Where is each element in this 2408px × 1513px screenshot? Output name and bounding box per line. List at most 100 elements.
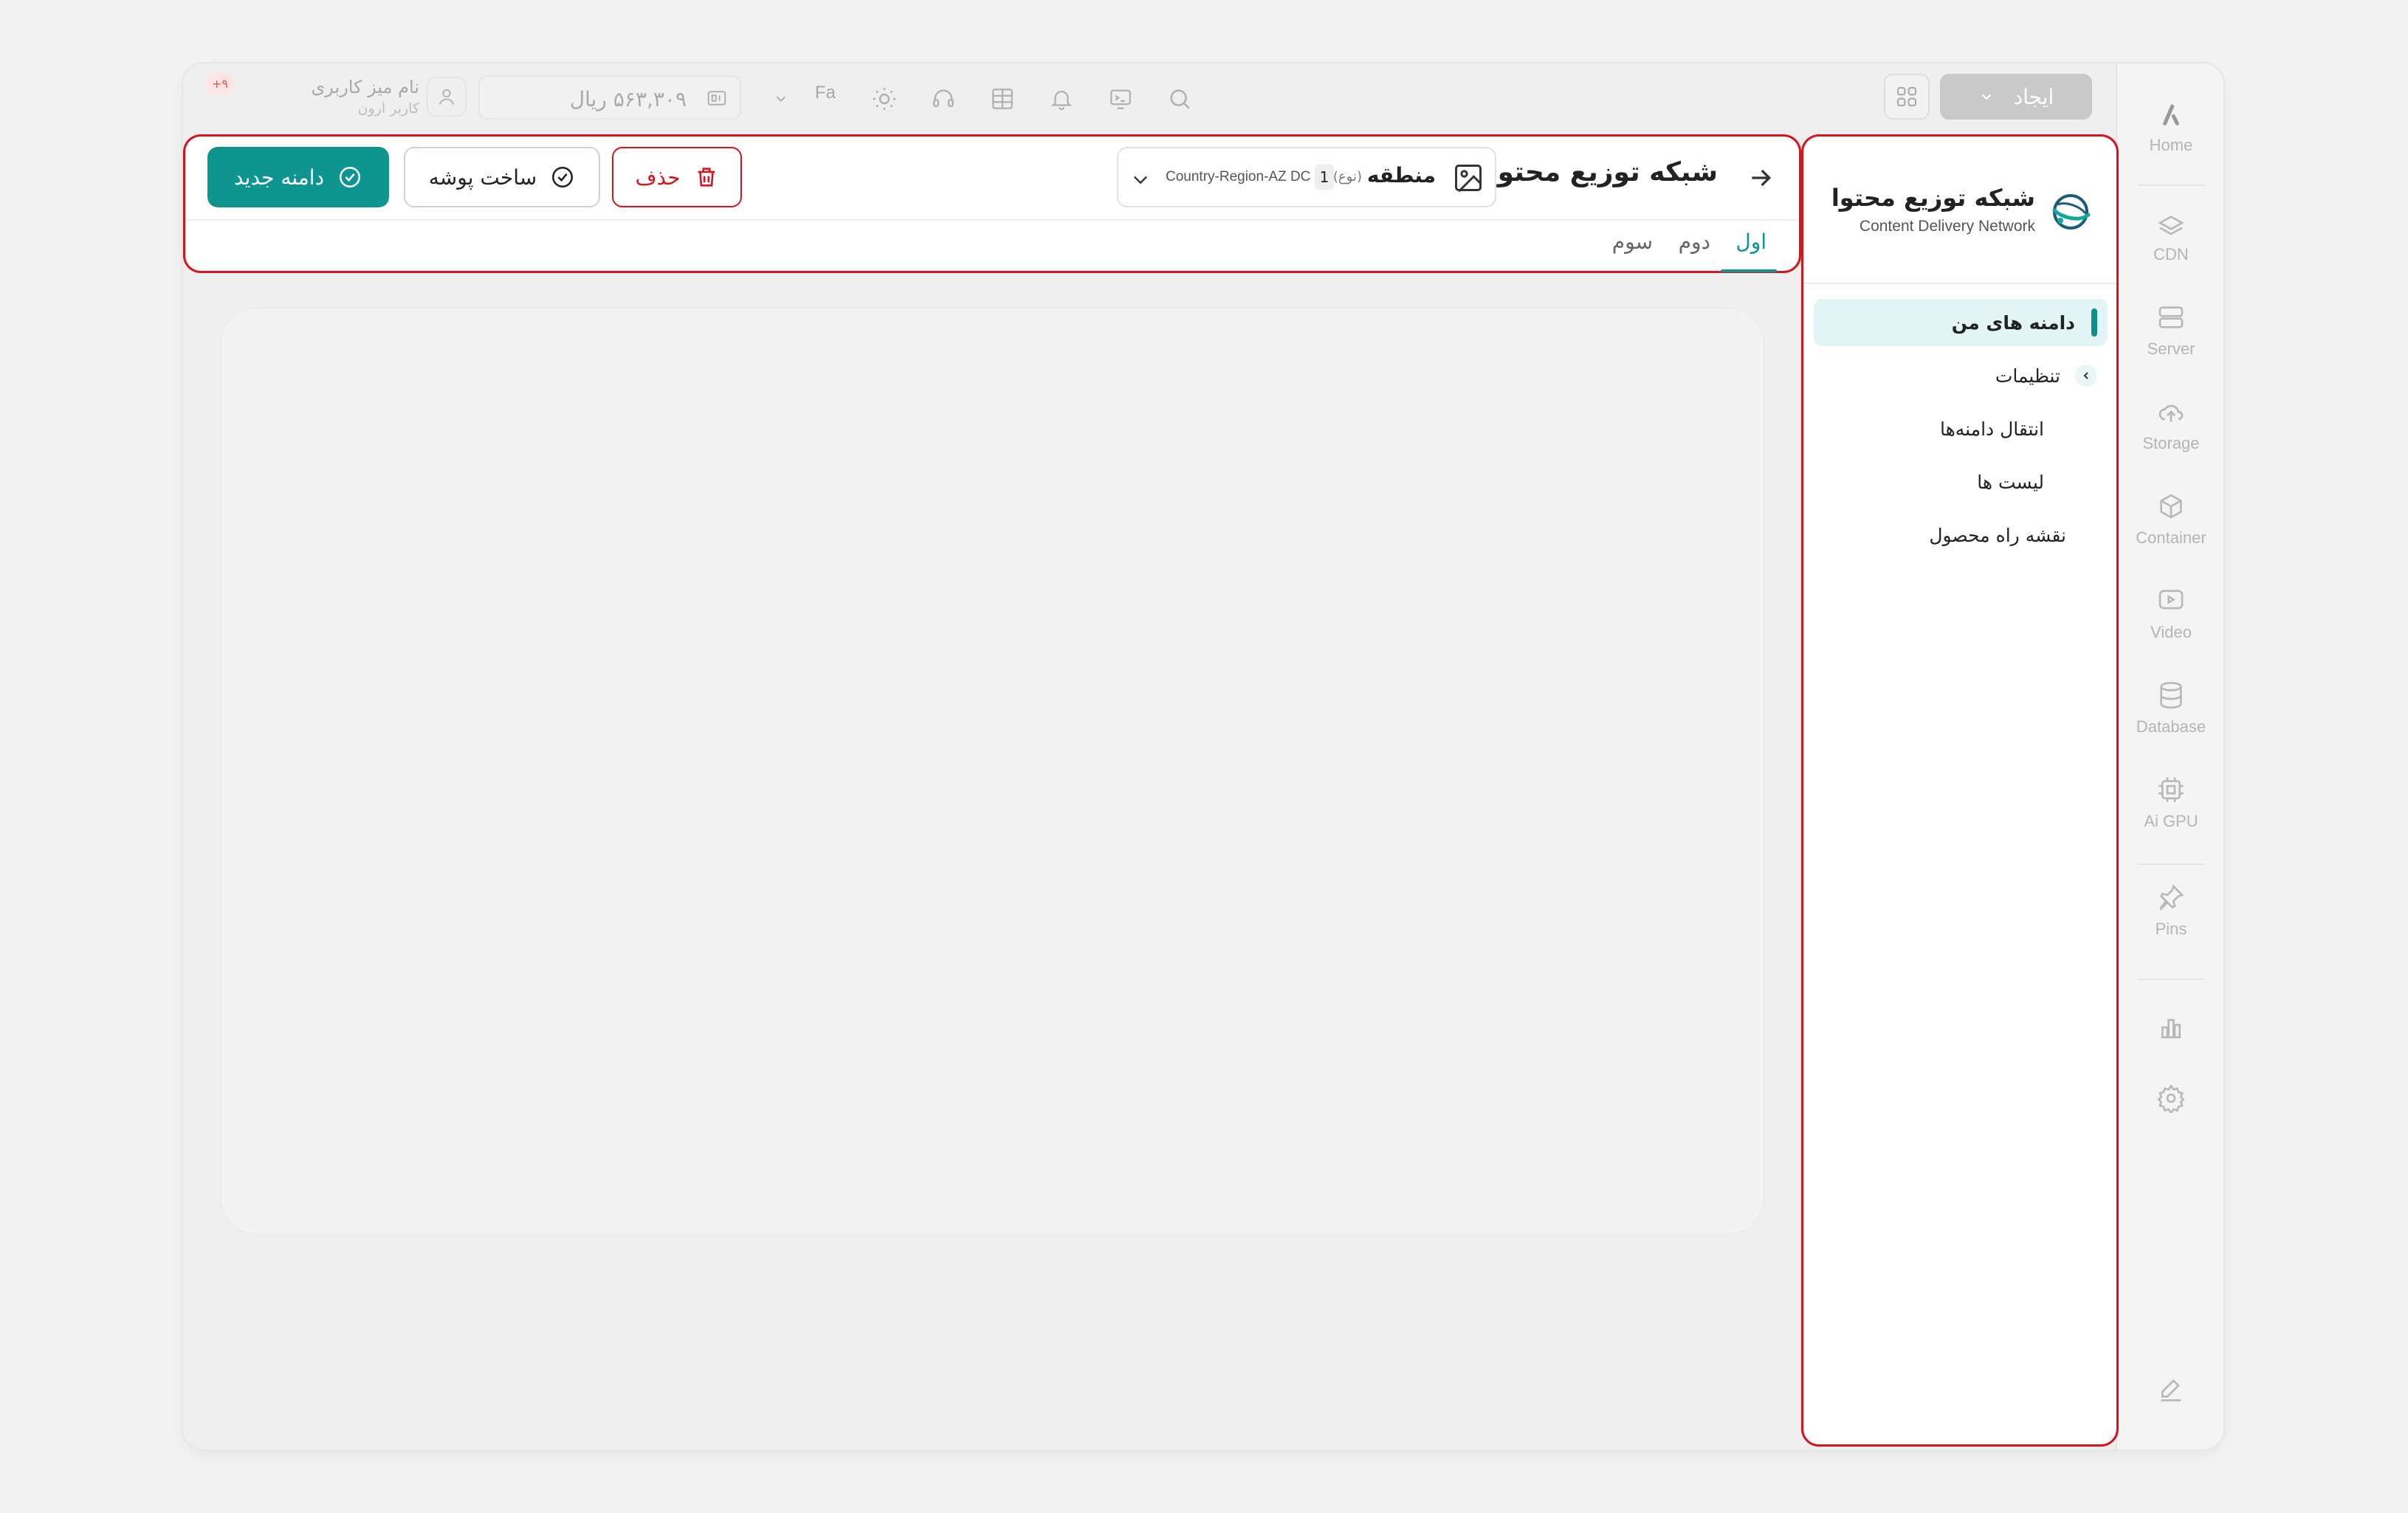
rail-item-home[interactable]: Home — [2117, 99, 2223, 155]
gear-icon — [2157, 1083, 2185, 1113]
cloud-icon — [2158, 404, 2184, 422]
chevron-left-icon[interactable] — [2075, 365, 2097, 387]
bar-chart-icon — [2161, 1019, 2181, 1038]
back-arrow-icon[interactable] — [1746, 163, 1775, 196]
create-button-label: ایجاد — [2013, 84, 2054, 109]
region-selector[interactable]: منطقه (نوع) 1 Country-Region-AZ DC — [1117, 147, 1496, 207]
menu-item-settings[interactable]: تنظیمات — [1814, 352, 2108, 399]
search-icon[interactable] — [1165, 84, 1194, 114]
new-domain-button-label: دامنه جدید — [233, 165, 325, 190]
chip-icon — [2158, 777, 2184, 802]
cube-icon — [2160, 494, 2182, 519]
check-circle-icon — [340, 166, 361, 188]
active-tab-indicator — [1721, 269, 1777, 272]
pencil-icon — [2161, 1379, 2181, 1402]
wallet-icon — [706, 87, 728, 112]
language-selector[interactable]: Fa — [815, 83, 836, 103]
rail-label: Home — [2149, 136, 2193, 154]
delete-button-label: حذف — [635, 165, 681, 190]
apps-grid-icon — [1896, 86, 1917, 107]
brand-logo-icon — [2163, 104, 2179, 125]
create-folder-button[interactable]: ساخت پوشه — [404, 147, 600, 207]
image-icon — [1452, 162, 1485, 197]
rail-label: Server — [2147, 340, 2195, 358]
user-name: نام میز کاربری — [311, 77, 419, 97]
server-icon — [2158, 306, 2184, 328]
chevron-down-icon[interactable] — [766, 84, 796, 114]
divider — [2138, 979, 2204, 980]
headset-support-icon[interactable] — [929, 84, 958, 114]
region-count-badge: 1 — [1315, 165, 1334, 190]
rail-item-pins[interactable]: Pins — [2117, 883, 2223, 939]
main-nav-rail: Home CDN Server Storage Container Video … — [2116, 63, 2223, 1450]
database-icon — [2160, 682, 2182, 709]
menu-item-roadmap[interactable]: نقشه راه محصول — [1814, 511, 2108, 559]
wallet-balance[interactable]: ۵۶۳,۳۰۹ ریال — [478, 75, 741, 120]
terminal-icon[interactable] — [1106, 84, 1135, 114]
rail-item-settings[interactable] — [2117, 1083, 2223, 1113]
region-label: منطقه — [1366, 163, 1436, 187]
service-sidebar: شبکه توزیع محتوا Content Delivery Networ… — [1801, 134, 2119, 1447]
menu-item-my-domains[interactable]: دامنه های من — [1814, 299, 2108, 346]
pin-icon — [2160, 884, 2184, 911]
region-value: Country-Region-AZ DC — [1166, 169, 1310, 185]
divider — [2138, 864, 2204, 865]
menu-item-label: تنظیمات — [1995, 365, 2060, 387]
divider — [2138, 185, 2204, 186]
rail-item-ai-gpu[interactable]: Ai GPU — [2117, 775, 2223, 831]
tab-second[interactable]: دوم — [1679, 230, 1710, 254]
rail-label: Pins — [2155, 920, 2187, 938]
create-button[interactable]: ایجاد — [1940, 74, 2092, 120]
rail-item-analytics[interactable] — [2117, 1013, 2223, 1042]
rail-item-container[interactable]: Container — [2117, 492, 2223, 548]
rail-label: Video — [2150, 623, 2192, 641]
rail-item-database[interactable]: Database — [2117, 680, 2223, 737]
divider — [185, 219, 1799, 221]
page-header: شبکه توزیع محتوا منطقه (نوع) 1 Country-R… — [183, 134, 1801, 273]
service-subtitle: Content Delivery Network — [1859, 218, 2035, 235]
bell-icon[interactable] — [1047, 84, 1076, 114]
app-window: +۹ نام میز کاربری کاربر ارون ۵۶۳,۳۰۹ ریا… — [182, 62, 2225, 1451]
service-title: شبکه توزیع محتوا — [1831, 184, 2035, 212]
tab-third[interactable]: سوم — [1612, 230, 1653, 254]
cdn-icon — [2158, 216, 2184, 235]
tab-first[interactable]: اول — [1736, 230, 1767, 254]
rail-label: Container — [2136, 528, 2206, 547]
chevron-down-icon — [1981, 94, 1991, 100]
delete-button[interactable]: حذف — [612, 147, 742, 207]
rail-item-cdn[interactable]: CDN — [2117, 208, 2223, 264]
rail-item-storage[interactable]: Storage — [2117, 397, 2223, 453]
rail-label: Ai GPU — [2144, 812, 2198, 830]
user-role: کاربر ارون — [357, 100, 419, 117]
rail-item-server[interactable]: Server — [2117, 303, 2223, 359]
create-folder-button-label: ساخت پوشه — [428, 165, 537, 190]
video-icon — [2158, 590, 2184, 610]
rail-item-video[interactable]: Video — [2117, 586, 2223, 642]
menu-item-label: دامنه های من — [1951, 311, 2075, 334]
top-bar: +۹ نام میز کاربری کاربر ارون ۵۶۳,۳۰۹ ریا… — [183, 63, 2116, 134]
table-icon[interactable] — [988, 84, 1017, 114]
chevron-down-icon — [1130, 169, 1151, 193]
menu-item-label: انتقال دامنه‌ها — [1939, 418, 2044, 440]
apps-grid-button[interactable] — [1884, 74, 1930, 120]
menu-item-label: لیست ها — [1977, 471, 2044, 493]
menu-item-label: نقشه راه محصول — [1929, 524, 2066, 546]
menu-item-lists[interactable]: لیست ها — [1814, 458, 2108, 506]
rail-label: CDN — [2153, 245, 2189, 263]
region-type: (نوع) — [1332, 169, 1362, 185]
active-indicator — [2091, 309, 2097, 337]
check-circle-icon — [552, 166, 574, 188]
notification-badge: +۹ — [205, 72, 235, 94]
page-title: شبکه توزیع محتوا — [1488, 157, 1718, 187]
cdn-logo-icon — [2047, 188, 2094, 238]
theme-sun-icon[interactable] — [870, 84, 899, 114]
menu-item-domain-transfer[interactable]: انتقال دامنه‌ها — [1814, 405, 2108, 452]
trash-icon — [698, 168, 715, 187]
rail-label: Database — [2136, 717, 2206, 736]
rail-item-edit[interactable] — [2117, 1376, 2223, 1405]
user-avatar-icon[interactable] — [427, 77, 467, 117]
rail-label: Storage — [2142, 434, 2200, 452]
content-panel — [220, 307, 1764, 1235]
service-header: شبکه توزیع محتوا Content Delivery Networ… — [1803, 137, 2116, 284]
new-domain-button[interactable]: دامنه جدید — [207, 147, 389, 207]
